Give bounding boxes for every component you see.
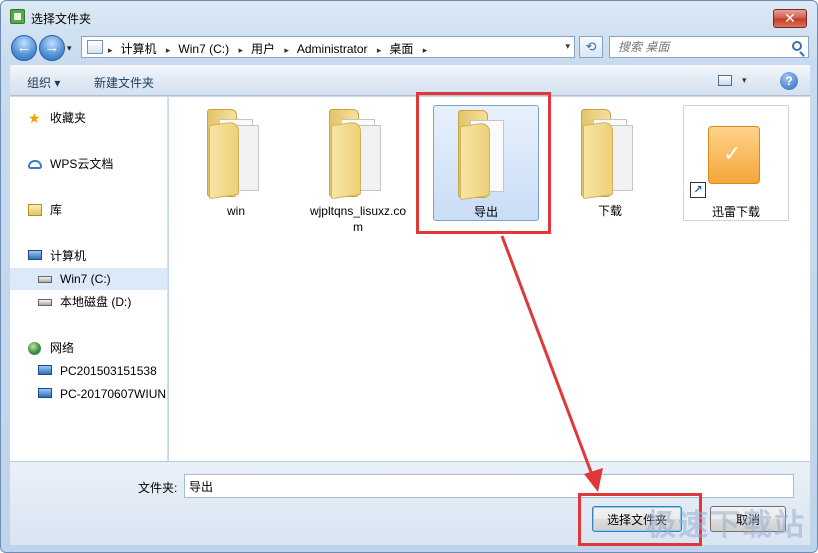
watermark-text: 极速下载站 — [646, 509, 806, 542]
annotation-arrow — [500, 235, 603, 492]
